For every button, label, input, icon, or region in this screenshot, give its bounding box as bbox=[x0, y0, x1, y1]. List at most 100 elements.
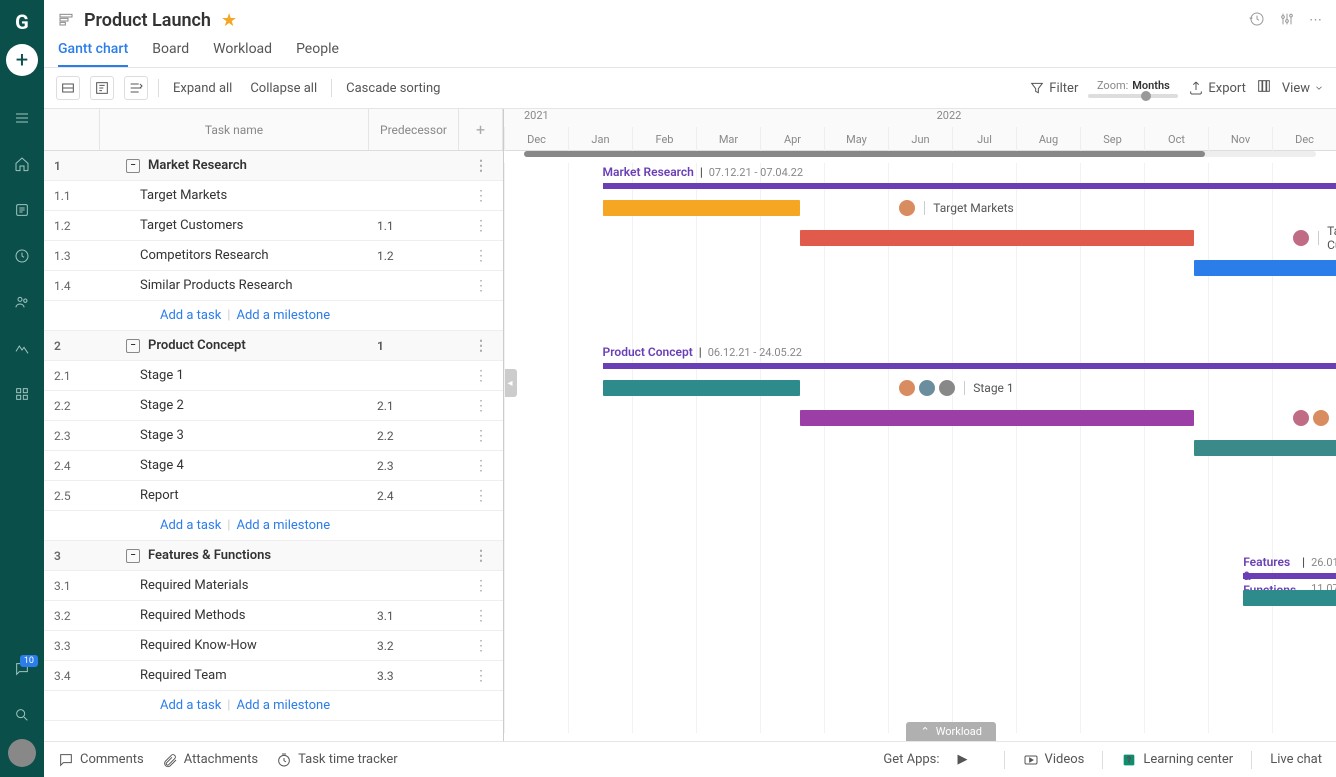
task-bar[interactable] bbox=[1243, 590, 1336, 606]
row-menu-icon[interactable]: ⋮ bbox=[459, 368, 503, 384]
toggle-tree-icon[interactable] bbox=[90, 76, 114, 100]
attachments-button[interactable]: Attachments bbox=[162, 752, 258, 768]
cascade-sorting-button[interactable]: Cascade sorting bbox=[342, 79, 444, 98]
row-menu-icon[interactable]: ⋮ bbox=[459, 218, 503, 234]
row-menu-icon[interactable]: ⋮ bbox=[459, 548, 503, 564]
task-row[interactable]: 3.1 Required Materials ⋮ bbox=[44, 571, 503, 601]
tab-people[interactable]: People bbox=[296, 35, 339, 67]
task-row[interactable]: 2.4 Stage 4 2.3⋮ bbox=[44, 451, 503, 481]
add-column-button[interactable]: + bbox=[459, 109, 503, 150]
row-menu-icon[interactable]: ⋮ bbox=[459, 278, 503, 294]
people-icon[interactable] bbox=[0, 280, 44, 324]
play-store-icon[interactable]: ▶ bbox=[958, 752, 968, 767]
task-row[interactable]: 1.2 Target Customers 1.1⋮ bbox=[44, 211, 503, 241]
tab-gantt-chart[interactable]: Gantt chart bbox=[58, 35, 128, 67]
row-menu-icon[interactable]: ⋮ bbox=[459, 488, 503, 504]
row-menu-icon[interactable]: ⋮ bbox=[459, 338, 503, 354]
row-menu-icon[interactable]: ⋮ bbox=[459, 428, 503, 444]
collapse-icon[interactable]: − bbox=[126, 159, 140, 173]
group-bar[interactable] bbox=[1243, 573, 1336, 579]
task-bar[interactable] bbox=[800, 230, 1194, 246]
clock-icon[interactable] bbox=[0, 234, 44, 278]
group-row[interactable]: 1 −Market Research ⋮ bbox=[44, 151, 503, 181]
row-menu-icon[interactable]: ⋮ bbox=[459, 668, 503, 684]
live-chat-button[interactable]: Live chat bbox=[1270, 752, 1322, 767]
apps-icon[interactable] bbox=[0, 372, 44, 416]
svg-text:?: ? bbox=[1127, 755, 1131, 764]
add-milestone-button[interactable]: Add a milestone bbox=[236, 698, 330, 713]
task-bar-label: Stage 1 bbox=[973, 381, 1013, 395]
indent-icon[interactable] bbox=[124, 76, 148, 100]
month-header: Jan bbox=[568, 127, 632, 151]
task-bar[interactable] bbox=[603, 200, 800, 216]
row-menu-icon[interactable]: ⋮ bbox=[459, 188, 503, 204]
task-bar[interactable] bbox=[1194, 440, 1336, 456]
collapse-all-button[interactable]: Collapse all bbox=[246, 79, 321, 98]
group-row[interactable]: 3 −Features & Functions ⋮ bbox=[44, 541, 503, 571]
row-menu-icon[interactable]: ⋮ bbox=[459, 458, 503, 474]
more-icon[interactable]: ⋯ bbox=[1309, 13, 1322, 28]
task-row[interactable]: 2.2 Stage 2 2.1⋮ bbox=[44, 391, 503, 421]
view-tabs: Gantt chart Board Workload People bbox=[44, 35, 1336, 68]
columns-icon[interactable] bbox=[1256, 78, 1272, 98]
add-button[interactable]: + bbox=[6, 44, 38, 76]
tab-board[interactable]: Board bbox=[152, 35, 189, 67]
notifications-icon[interactable]: 10 bbox=[0, 647, 44, 691]
task-row[interactable]: 1.4 Similar Products Research ⋮ bbox=[44, 271, 503, 301]
home-icon[interactable] bbox=[0, 142, 44, 186]
year-label: 2022 bbox=[937, 109, 962, 122]
gantt-task-row: Target Markets bbox=[504, 193, 1336, 223]
history-icon[interactable] bbox=[1249, 11, 1265, 31]
settings-icon[interactable] bbox=[1279, 11, 1295, 31]
task-row[interactable]: 3.4 Required Team 3.3⋮ bbox=[44, 661, 503, 691]
group-bar[interactable] bbox=[603, 183, 1336, 189]
expand-all-button[interactable]: Expand all bbox=[169, 79, 236, 98]
row-menu-icon[interactable]: ⋮ bbox=[459, 608, 503, 624]
row-menu-icon[interactable]: ⋮ bbox=[459, 578, 503, 594]
videos-button[interactable]: Videos bbox=[1023, 752, 1085, 768]
search-icon[interactable] bbox=[0, 693, 44, 737]
row-menu-icon[interactable]: ⋮ bbox=[459, 398, 503, 414]
group-row[interactable]: 2 −Product Concept 1⋮ bbox=[44, 331, 503, 361]
collapse-icon[interactable]: − bbox=[126, 339, 140, 353]
add-task-button[interactable]: Add a task bbox=[160, 518, 221, 533]
learning-button[interactable]: ?Learning center bbox=[1121, 752, 1233, 768]
task-row[interactable]: 2.3 Stage 3 2.2⋮ bbox=[44, 421, 503, 451]
add-task-button[interactable]: Add a task bbox=[160, 308, 221, 323]
user-avatar[interactable] bbox=[8, 739, 36, 767]
collapse-icon[interactable]: − bbox=[126, 549, 140, 563]
task-row[interactable]: 2.1 Stage 1 ⋮ bbox=[44, 361, 503, 391]
timeline-scrollbar[interactable] bbox=[524, 151, 1316, 157]
task-row[interactable]: 1.3 Competitors Research 1.2⋮ bbox=[44, 241, 503, 271]
row-menu-icon[interactable]: ⋮ bbox=[459, 638, 503, 654]
workload-panel-toggle[interactable]: ⌃ Workload bbox=[906, 722, 996, 741]
gantt-task-row: Required Methods bbox=[504, 613, 1336, 643]
task-row[interactable]: 3.2 Required Methods 3.1⋮ bbox=[44, 601, 503, 631]
zoom-control[interactable]: Zoom:Months bbox=[1088, 79, 1178, 98]
add-task-button[interactable]: Add a task bbox=[160, 698, 221, 713]
menu-icon[interactable] bbox=[0, 96, 44, 140]
task-row[interactable]: 2.5 Report 2.4⋮ bbox=[44, 481, 503, 511]
add-milestone-button[interactable]: Add a milestone bbox=[236, 518, 330, 533]
task-bar[interactable] bbox=[800, 410, 1194, 426]
group-bar[interactable] bbox=[603, 363, 1336, 369]
export-button[interactable]: Export bbox=[1188, 80, 1246, 96]
column-predecessor[interactable]: Predecessor bbox=[369, 109, 459, 150]
task-row[interactable]: 1.1 Target Markets ⋮ bbox=[44, 181, 503, 211]
row-menu-icon[interactable]: ⋮ bbox=[459, 248, 503, 264]
task-bar[interactable] bbox=[1194, 260, 1336, 276]
task-row[interactable]: 3.3 Required Know-How 3.2⋮ bbox=[44, 631, 503, 661]
task-bar[interactable] bbox=[603, 380, 800, 396]
tab-workload[interactable]: Workload bbox=[213, 35, 272, 67]
comments-button[interactable]: Comments bbox=[58, 752, 144, 768]
view-dropdown[interactable]: View bbox=[1282, 80, 1324, 96]
star-icon[interactable]: ★ bbox=[221, 10, 237, 31]
toggle-grid-icon[interactable] bbox=[56, 76, 80, 100]
activity-icon[interactable] bbox=[0, 326, 44, 370]
add-milestone-button[interactable]: Add a milestone bbox=[236, 308, 330, 323]
row-menu-icon[interactable]: ⋮ bbox=[459, 158, 503, 174]
column-task-name[interactable]: Task name bbox=[100, 109, 369, 150]
list-icon[interactable] bbox=[0, 188, 44, 232]
time-tracker-button[interactable]: Task time tracker bbox=[276, 752, 398, 768]
filter-button[interactable]: Filter bbox=[1029, 80, 1078, 96]
